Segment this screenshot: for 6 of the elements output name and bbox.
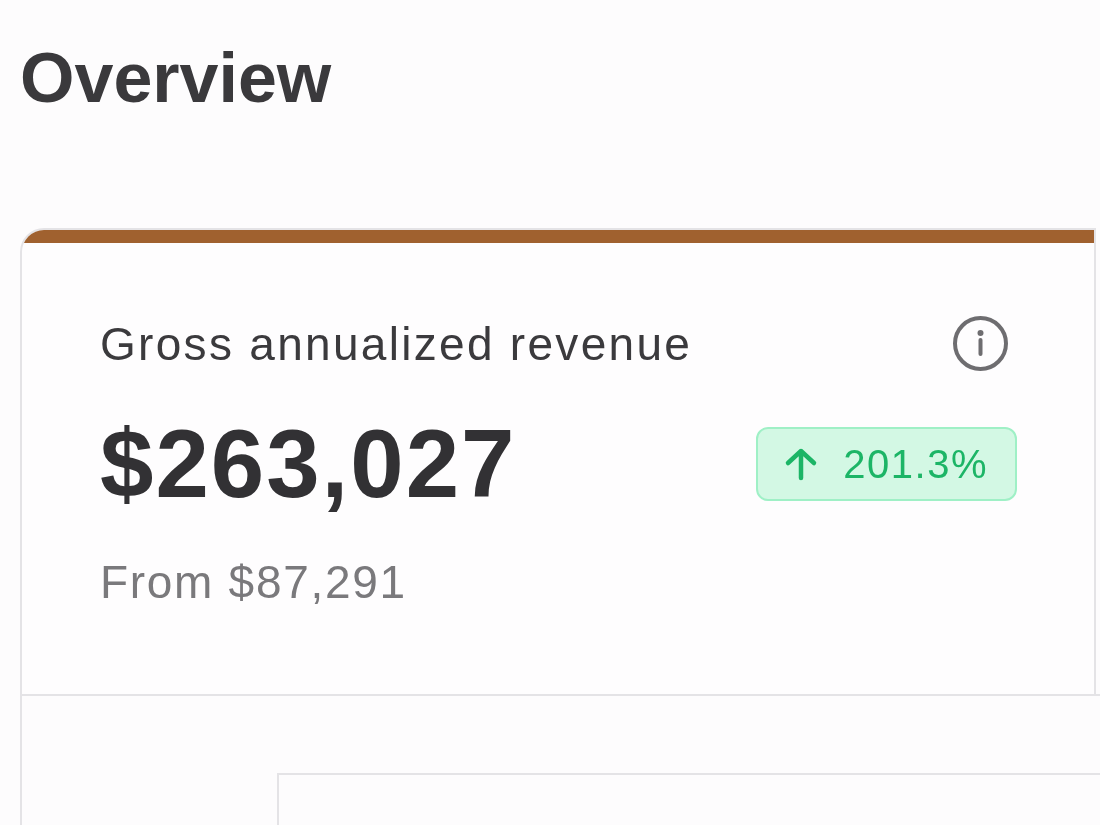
info-icon[interactable] xyxy=(953,316,1008,371)
change-percentage: 201.3% xyxy=(843,444,988,484)
page-title: Overview xyxy=(20,43,332,113)
metric-value: $263,027 xyxy=(100,416,517,512)
metric-label: Gross annualized revenue xyxy=(100,320,693,367)
comparison-text: From $87,291 xyxy=(100,559,407,605)
